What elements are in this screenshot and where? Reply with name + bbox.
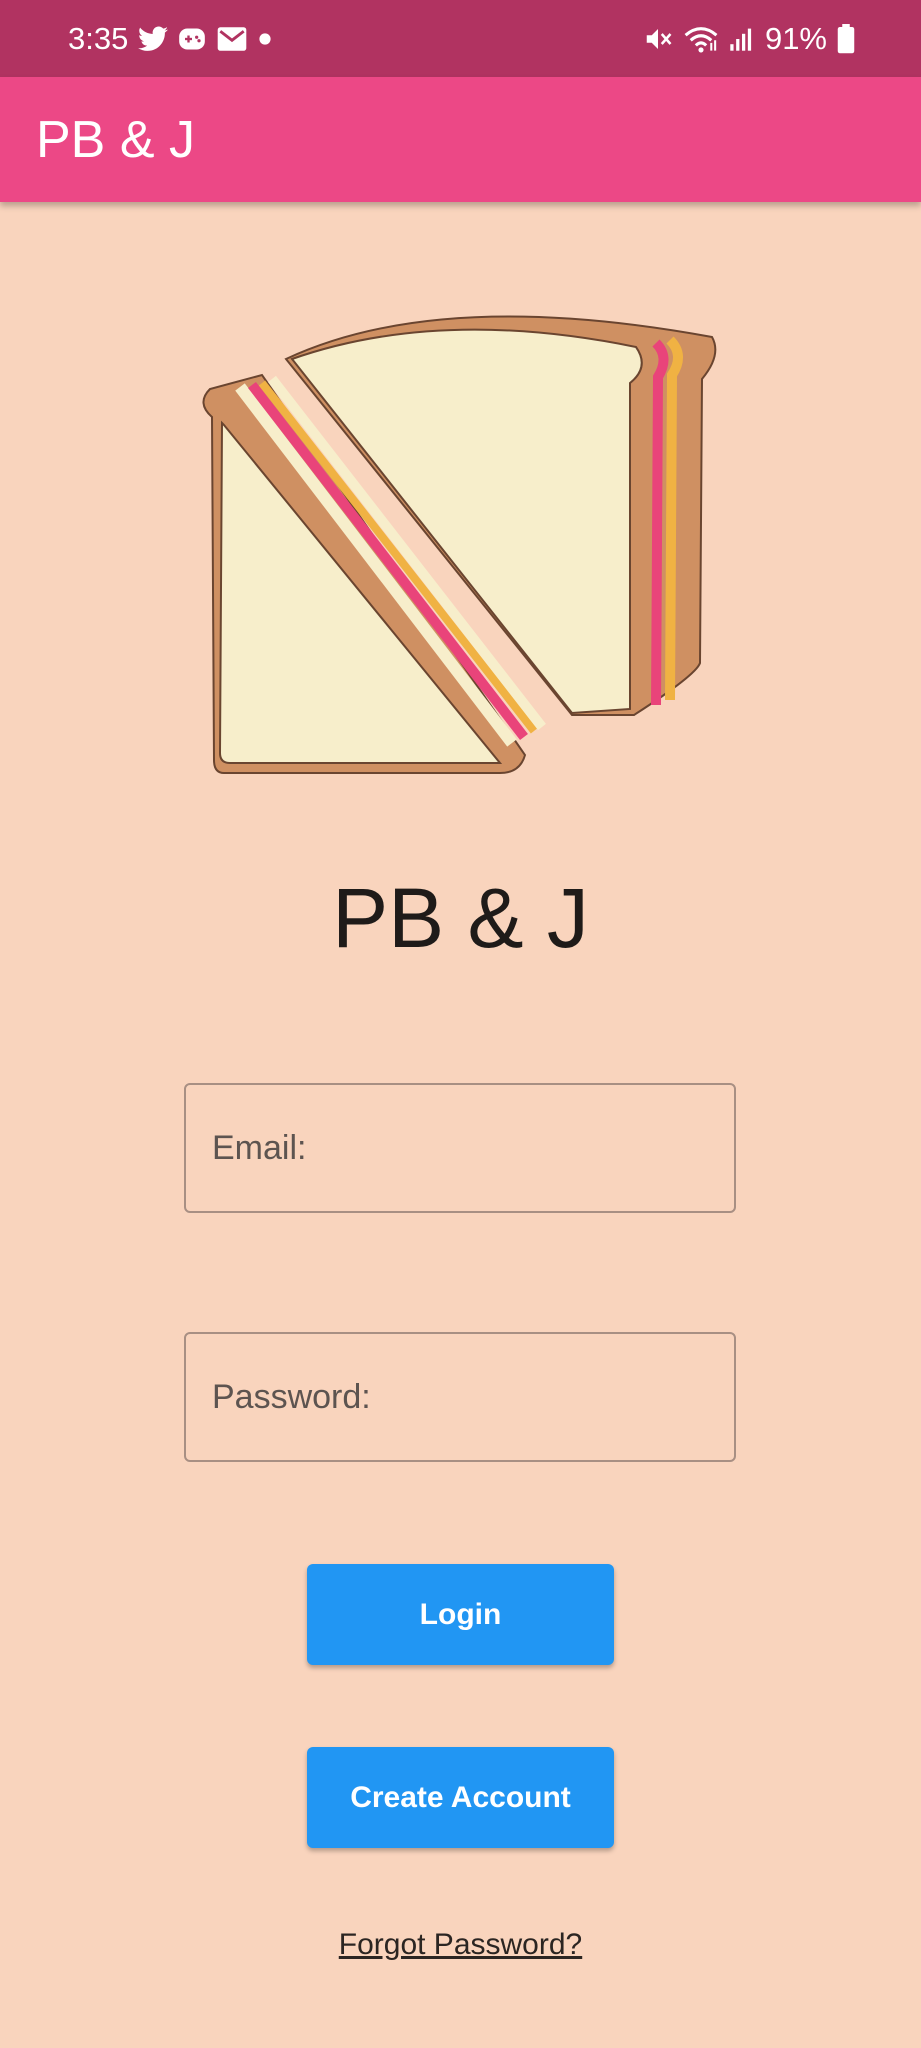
battery-icon	[837, 23, 855, 54]
game-icon	[178, 25, 206, 53]
password-field[interactable]	[184, 1332, 736, 1462]
status-left: 3:35	[68, 0, 272, 77]
battery-percent: 91%	[764, 20, 827, 56]
app-bar-title: PB & J	[36, 110, 195, 169]
status-time: 3:35	[68, 20, 129, 56]
status-bar: 3:35 91%	[0, 0, 921, 77]
page-title: PB & J	[332, 871, 589, 965]
status-right: 91%	[643, 0, 855, 77]
email-input[interactable]	[186, 1128, 734, 1168]
forgot-password-link[interactable]: Forgot Password?	[0, 1928, 921, 1962]
wifi-icon	[683, 24, 719, 54]
mail-icon	[216, 26, 248, 52]
signal-icon	[729, 26, 755, 52]
sandwich-icon	[200, 295, 720, 785]
password-input[interactable]	[186, 1377, 734, 1417]
email-field[interactable]	[184, 1083, 736, 1213]
create-account-button[interactable]: Create Account	[307, 1747, 614, 1848]
app-bar: PB & J	[0, 77, 921, 202]
login-button[interactable]: Login	[307, 1564, 614, 1665]
twitter-icon	[138, 26, 169, 52]
dot-icon	[258, 32, 272, 46]
mute-icon	[643, 24, 673, 54]
